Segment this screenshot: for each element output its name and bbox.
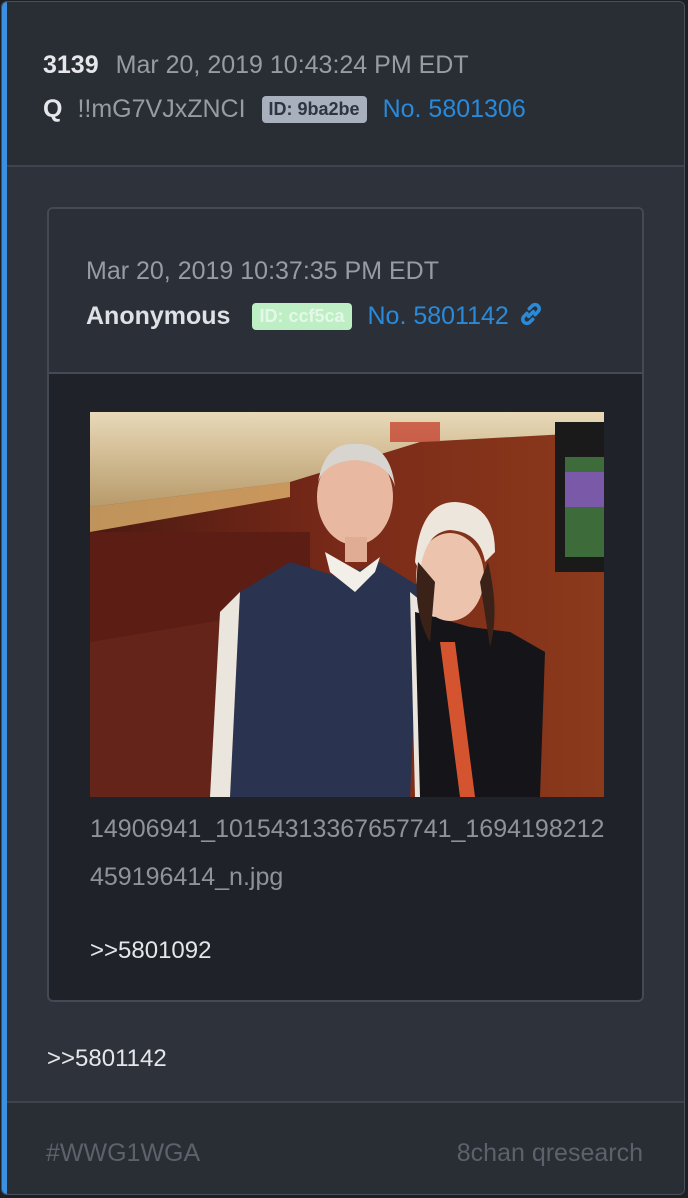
tripcode: !!mG7VJxZNCI bbox=[77, 94, 246, 123]
quoted-post-meta-row: Mar 20, 2019 10:37:35 PM EDT bbox=[86, 253, 439, 289]
post-number-link[interactable]: No. 5801306 bbox=[383, 95, 526, 124]
post-meta-row: 3139 Mar 20, 2019 10:43:24 PM EDT bbox=[43, 46, 469, 84]
link-icon[interactable] bbox=[517, 300, 545, 333]
post-accent-bar bbox=[2, 2, 7, 1194]
quoted-post-date: Mar 20, 2019 10:37:35 PM EDT bbox=[86, 256, 439, 285]
post-card: 3139 Mar 20, 2019 10:43:24 PM EDT Q !!mG… bbox=[1, 1, 685, 1195]
author-name: Q bbox=[43, 94, 63, 123]
hashtag: #WWG1WGA bbox=[46, 1139, 201, 1167]
quoted-id-badge[interactable]: ID: ccf5ca bbox=[252, 302, 352, 330]
image-filename[interactable]: 14906941_10154313367657741_1694198212459… bbox=[90, 805, 610, 901]
attached-photo[interactable] bbox=[90, 412, 604, 797]
quoted-post-header: Mar 20, 2019 10:37:35 PM EDT Anonymous I… bbox=[49, 209, 642, 374]
post-reply-link[interactable]: >>5801142 bbox=[47, 1045, 167, 1073]
post-footer: #WWG1WGA 8chan qresearch bbox=[7, 1101, 684, 1194]
id-badge[interactable]: ID: 9ba2be bbox=[261, 95, 367, 123]
post-author-row: Q !!mG7VJxZNCI ID: 9ba2be No. 5801306 bbox=[43, 90, 526, 128]
board-name: 8chan qresearch bbox=[456, 1139, 643, 1167]
post-date: Mar 20, 2019 10:43:24 PM EDT bbox=[115, 50, 469, 79]
quoted-post-reply-link[interactable]: >>5801092 bbox=[90, 937, 211, 965]
quoted-post-author-row: Anonymous ID: ccf5ca No. 5801142 bbox=[86, 297, 545, 335]
quoted-post-number-link[interactable]: No. 5801142 bbox=[368, 302, 509, 331]
post-header: 3139 Mar 20, 2019 10:43:24 PM EDT Q !!mG… bbox=[7, 2, 684, 167]
post-number: 3139 bbox=[43, 50, 99, 79]
quoted-post: Mar 20, 2019 10:37:35 PM EDT Anonymous I… bbox=[47, 207, 644, 1002]
quoted-author-name: Anonymous bbox=[86, 301, 231, 330]
